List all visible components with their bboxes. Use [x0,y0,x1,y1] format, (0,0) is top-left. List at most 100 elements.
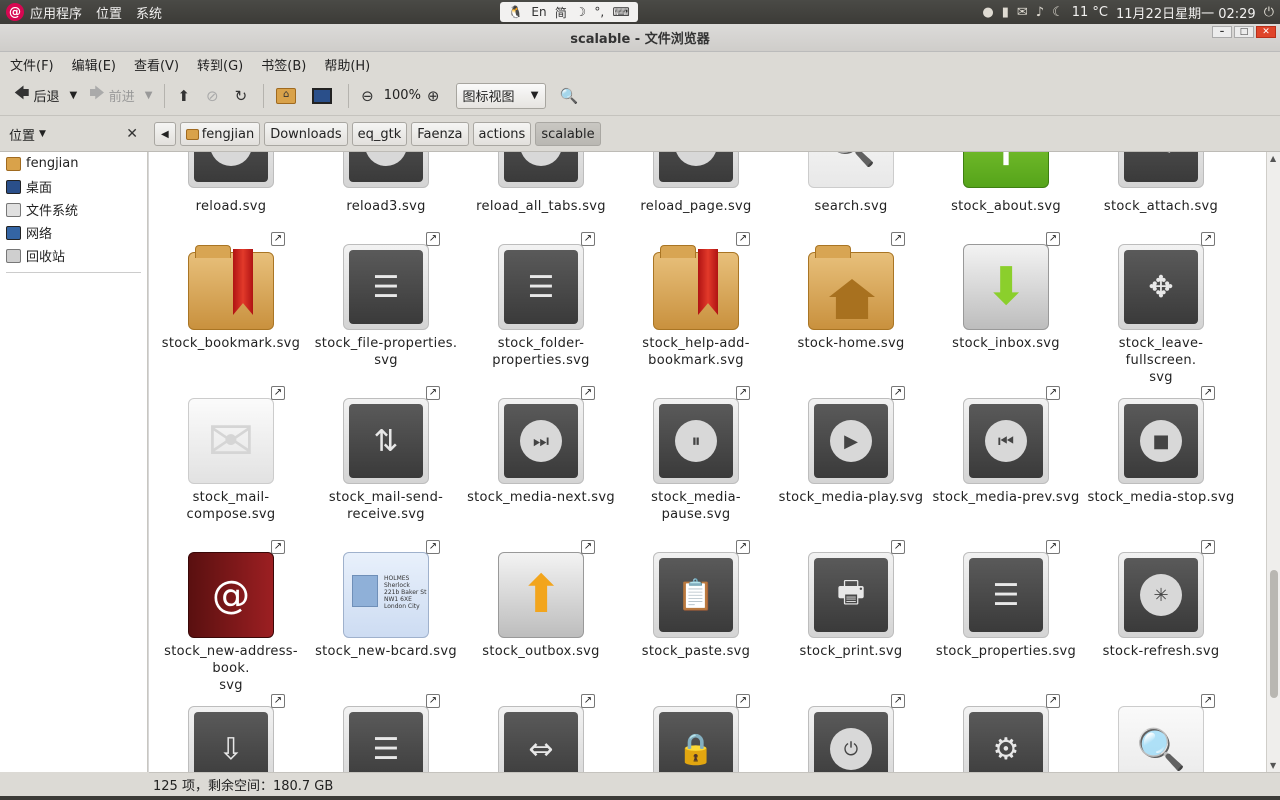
maximize-button[interactable]: □ [1234,26,1254,38]
file-name-label: stock_file-properties. svg [314,336,458,368]
view-mode-select[interactable]: 图标视图 ▼ [455,82,546,109]
mail-icon[interactable]: ✉ [1017,5,1028,20]
close-sidebar-icon[interactable]: ✕ [126,126,138,142]
house-shape [829,279,875,319]
glyph-circle: ✳ [210,152,252,166]
breadcrumb-actions[interactable]: actions [472,122,532,146]
action-icon: ☰ [498,244,584,330]
breadcrumb-eq-gtk[interactable]: eq_gtk [351,122,408,146]
breadcrumb-faenza[interactable]: Faenza [411,122,469,146]
zoom-in-button[interactable]: ⊕ [421,81,450,111]
search-button[interactable]: 🔍 [554,81,589,111]
file-name-label: stock_mail-send-receive.svg [328,490,444,522]
symlink-arrow-icon: ↗ [1046,386,1060,400]
home-button[interactable]: ⌂ [270,81,306,111]
inbox-icon: ⬇ [963,244,1049,330]
reload-button[interactable]: ↻ [229,81,258,111]
panel-menu-places[interactable]: 位置 [96,3,122,22]
vertical-scrollbar[interactable]: ▲ ▼ [1266,152,1280,772]
menu-view[interactable]: 查看(V) [134,55,179,74]
symlink-arrow-icon: ↗ [891,694,905,708]
stop-button[interactable]: ⊘ [200,81,229,111]
glyph-circle: ⏮ [985,420,1027,462]
trash-icon [6,248,21,263]
temperature[interactable]: 11 °C [1072,5,1108,20]
file-name-label: reload_all_tabs.svg [476,199,606,214]
forward-button[interactable]: 🡆 前进 ▼ [83,81,158,111]
back-history-dropdown-icon[interactable]: ▼ [70,90,78,101]
scrollbar-thumb[interactable] [1270,570,1278,698]
bookmark-folder-icon [653,245,739,330]
action-icon: ✥ [1118,244,1204,330]
file-name-label: stock-refresh.svg [1102,644,1220,659]
sidebar-item-network[interactable]: 网络 [0,221,147,244]
forward-history-dropdown-icon[interactable]: ▼ [145,90,153,101]
sidebar-item-home[interactable]: fengjian [0,152,147,175]
minimize-button[interactable]: – [1212,26,1232,38]
up-button[interactable]: ⬆ [171,81,200,111]
scroll-up-icon[interactable]: ▲ [1270,154,1276,163]
bcard-line: London City [384,603,420,610]
symlink-arrow-icon: ↗ [581,232,595,246]
menu-bookmarks[interactable]: 书签(B) [261,55,306,74]
bcard-line: NW1 6XE [384,596,412,603]
action-icon: ⇩ [188,706,274,772]
home-folder-icon [808,245,894,330]
symlink-arrow-icon: ↗ [891,232,905,246]
close-button[interactable]: ✕ [1256,26,1276,38]
view-mode-label: 图标视图 [462,90,515,105]
zoom-out-button[interactable]: ⊖ [355,81,384,111]
panel-menu-system[interactable]: 系统 [136,3,162,22]
penguin-icon: 🐧 [508,5,524,19]
icon-inner: ✎ [1124,152,1198,182]
chat-icon[interactable]: ● [982,5,993,20]
breadcrumb-back-arrow[interactable]: ◀ [154,122,176,146]
symlink-arrow-icon: ↗ [581,386,595,400]
panel-menu-applications[interactable]: 应用程序 [30,3,82,22]
symlink-arrow-icon: ↗ [271,694,285,708]
volume-icon[interactable]: ♪ [1036,5,1044,20]
network-icon [6,225,21,240]
icon-inner: ▶ [814,404,888,478]
envelope-icon: ✉ [188,398,274,484]
icon-inner: ✳ [1124,558,1198,632]
scroll-down-icon[interactable]: ▼ [1270,761,1276,770]
sidebar-item-trash[interactable]: 回收站 [0,244,147,267]
desktop-icon [6,179,21,194]
sidebar-item-filesystem[interactable]: 文件系统 [0,198,147,221]
icon-inner: ✳ [194,152,268,182]
breadcrumb-fengjian[interactable]: fengjian [179,122,261,146]
action-icon: ✳ [653,152,739,188]
file-name-label: stock_media-stop.svg [1087,490,1235,505]
computer-button[interactable] [306,81,342,111]
clock[interactable]: 11月22日星期一 02:29 [1116,3,1256,22]
file-name-label: reload3.svg [346,199,426,214]
input-lang-simplified[interactable]: 简 [555,4,567,21]
network-icon[interactable]: ▮ [1002,5,1009,20]
back-button[interactable]: 🡄 后退 ▼ [8,81,83,111]
moon-icon: ☽ [575,5,587,19]
debian-logo-icon[interactable]: @ [6,3,24,21]
menu-go[interactable]: 转到(G) [197,55,243,74]
action-icon: ☰ [343,706,429,772]
icon-inner: ☰ [504,250,578,324]
icon-inner: ⏸ [659,404,733,478]
sidebar-header[interactable]: 位置 ▼ ✕ [0,116,148,152]
file-name-label: stock_print.svg [799,644,903,659]
symlink-arrow-icon: ↗ [271,232,285,246]
power-icon[interactable]: ⏻ [1264,5,1274,20]
breadcrumb-scalable[interactable]: scalable [535,122,601,146]
icon-inner: ✳ [349,152,423,182]
sidebar-item-desktop[interactable]: 桌面 [0,175,147,198]
input-lang-en[interactable]: En [531,5,546,19]
breadcrumb-downloads[interactable]: Downloads [264,122,348,146]
menu-help[interactable]: 帮助(H) [324,55,370,74]
icon-view[interactable]: ✳ reload.svg ✳ reload3.svg ✳ reload_all_tabs.… [149,152,1266,772]
keyboard-icon[interactable]: ⌨ [612,5,629,19]
forward-label: 前进 [108,90,135,105]
menu-file[interactable]: 文件(F) [10,55,54,74]
symlink-arrow-icon: ↗ [736,694,750,708]
menu-edit[interactable]: 编辑(E) [72,55,116,74]
weather-moon-icon: ☾ [1052,4,1064,20]
input-method-bar[interactable]: 🐧 En 简 ☽ °, ⌨ [500,2,638,22]
